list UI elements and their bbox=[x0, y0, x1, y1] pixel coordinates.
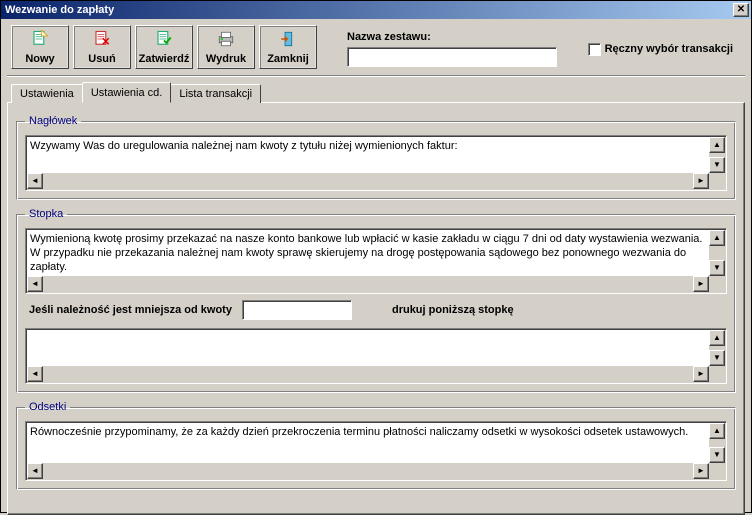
tab-panel: Nagłówek Wzywamy Was do uregulowania nal… bbox=[7, 102, 745, 515]
threshold-label: Jeśli należność jest mniejsza od kwoty bbox=[29, 304, 232, 316]
print-button[interactable]: Wydruk bbox=[197, 25, 255, 69]
door-exit-icon bbox=[278, 30, 298, 51]
tab-ustawienia-cd[interactable]: Ustawienia cd. bbox=[82, 82, 172, 103]
window-title: Wezwanie do zapłaty bbox=[5, 4, 114, 16]
scrollbar-vertical[interactable]: ▲ ▼ bbox=[709, 230, 725, 276]
toolbar: Nowy Usuń Zatwierdź Wydruk bbox=[1, 19, 751, 73]
toolbar-buttons: Nowy Usuń Zatwierdź Wydruk bbox=[11, 25, 321, 69]
group-odsetki: Odsetki Równocześnie przypominamy, że za… bbox=[16, 401, 736, 490]
naglowek-text: Wzywamy Was do uregulowania należnej nam… bbox=[30, 139, 708, 159]
scroll-corner bbox=[709, 366, 725, 382]
scrollbar-vertical[interactable]: ▲ ▼ bbox=[709, 330, 725, 366]
alt-footer-label: drukuj poniższą stopkę bbox=[392, 304, 514, 316]
scroll-corner bbox=[709, 173, 725, 189]
checkbox-icon bbox=[588, 43, 601, 56]
printer-icon bbox=[216, 30, 236, 51]
tab-ustawienia[interactable]: Ustawienia bbox=[11, 84, 83, 103]
scrollbar-horizontal[interactable]: ◄ ► bbox=[27, 463, 709, 479]
document-new-icon bbox=[30, 30, 50, 51]
set-name-input[interactable] bbox=[347, 47, 557, 67]
separator bbox=[7, 75, 745, 77]
manual-select-label: Ręczny wybór transakcji bbox=[605, 43, 733, 55]
group-stopka: Stopka Wymienioną kwotę prosimy przekaza… bbox=[16, 208, 736, 393]
document-delete-icon bbox=[92, 30, 112, 51]
manual-select-checkbox[interactable]: Ręczny wybór transakcji bbox=[588, 43, 741, 56]
group-odsetki-legend: Odsetki bbox=[25, 401, 70, 413]
scroll-up-icon[interactable]: ▲ bbox=[709, 230, 725, 246]
window: Wezwanie do zapłaty ✕ Nowy Usuń Zat bbox=[0, 0, 752, 513]
tab-lista-transakcji[interactable]: Lista transakcji bbox=[170, 84, 261, 103]
scroll-left-icon[interactable]: ◄ bbox=[27, 366, 43, 382]
stopka-alt-text bbox=[30, 332, 708, 352]
delete-button-label: Usuń bbox=[88, 53, 116, 65]
confirm-button[interactable]: Zatwierdź bbox=[135, 25, 193, 69]
scrollbar-vertical[interactable]: ▲ ▼ bbox=[709, 137, 725, 173]
threshold-row: Jeśli należność jest mniejsza od kwoty d… bbox=[25, 294, 727, 328]
scroll-right-icon[interactable]: ► bbox=[693, 463, 709, 479]
odsetki-textarea[interactable]: Równocześnie przypominamy, że za każdy d… bbox=[25, 421, 727, 481]
scroll-right-icon[interactable]: ► bbox=[693, 173, 709, 189]
scroll-down-icon[interactable]: ▼ bbox=[709, 350, 725, 366]
set-name-label: Nazwa zestawu: bbox=[347, 31, 557, 43]
tab-strip: Ustawienia Ustawienia cd. Lista transakc… bbox=[11, 84, 751, 103]
scrollbar-horizontal[interactable]: ◄ ► bbox=[27, 173, 709, 189]
print-button-label: Wydruk bbox=[206, 53, 246, 65]
scroll-up-icon[interactable]: ▲ bbox=[709, 330, 725, 346]
stopka-text: Wymienioną kwotę prosimy przekazać na na… bbox=[30, 232, 708, 274]
close-icon[interactable]: ✕ bbox=[733, 3, 749, 17]
close-button[interactable]: Zamknij bbox=[259, 25, 317, 69]
scroll-left-icon[interactable]: ◄ bbox=[27, 173, 43, 189]
scroll-corner bbox=[709, 276, 725, 292]
scrollbar-vertical[interactable]: ▲ ▼ bbox=[709, 423, 725, 463]
titlebar: Wezwanie do zapłaty ✕ bbox=[1, 1, 751, 19]
scroll-left-icon[interactable]: ◄ bbox=[27, 276, 43, 292]
close-button-label: Zamknij bbox=[267, 53, 309, 65]
threshold-input[interactable] bbox=[242, 300, 352, 320]
scrollbar-horizontal[interactable]: ◄ ► bbox=[27, 276, 709, 292]
stopka-textarea[interactable]: Wymienioną kwotę prosimy przekazać na na… bbox=[25, 228, 727, 294]
naglowek-textarea[interactable]: Wzywamy Was do uregulowania należnej nam… bbox=[25, 135, 727, 191]
scroll-corner bbox=[709, 463, 725, 479]
new-button-label: Nowy bbox=[25, 53, 54, 65]
confirm-button-label: Zatwierdź bbox=[139, 53, 190, 65]
scroll-right-icon[interactable]: ► bbox=[693, 366, 709, 382]
odsetki-text: Równocześnie przypominamy, że za każdy d… bbox=[30, 425, 708, 445]
new-button[interactable]: Nowy bbox=[11, 25, 69, 69]
scroll-up-icon[interactable]: ▲ bbox=[709, 423, 725, 439]
scroll-down-icon[interactable]: ▼ bbox=[709, 447, 725, 463]
scroll-down-icon[interactable]: ▼ bbox=[709, 260, 725, 276]
scroll-up-icon[interactable]: ▲ bbox=[709, 137, 725, 153]
toolbar-right: Nazwa zestawu: Ręczny wybór transakcji bbox=[327, 25, 741, 67]
scroll-down-icon[interactable]: ▼ bbox=[709, 157, 725, 173]
document-confirm-icon bbox=[154, 30, 174, 51]
group-stopka-legend: Stopka bbox=[25, 208, 67, 220]
scroll-right-icon[interactable]: ► bbox=[693, 276, 709, 292]
scroll-left-icon[interactable]: ◄ bbox=[27, 463, 43, 479]
scrollbar-horizontal[interactable]: ◄ ► bbox=[27, 366, 709, 382]
delete-button[interactable]: Usuń bbox=[73, 25, 131, 69]
group-naglowek: Nagłówek Wzywamy Was do uregulowania nal… bbox=[16, 115, 736, 200]
stopka-alt-textarea[interactable]: ▲ ▼ ◄ ► bbox=[25, 328, 727, 384]
group-naglowek-legend: Nagłówek bbox=[25, 115, 81, 127]
